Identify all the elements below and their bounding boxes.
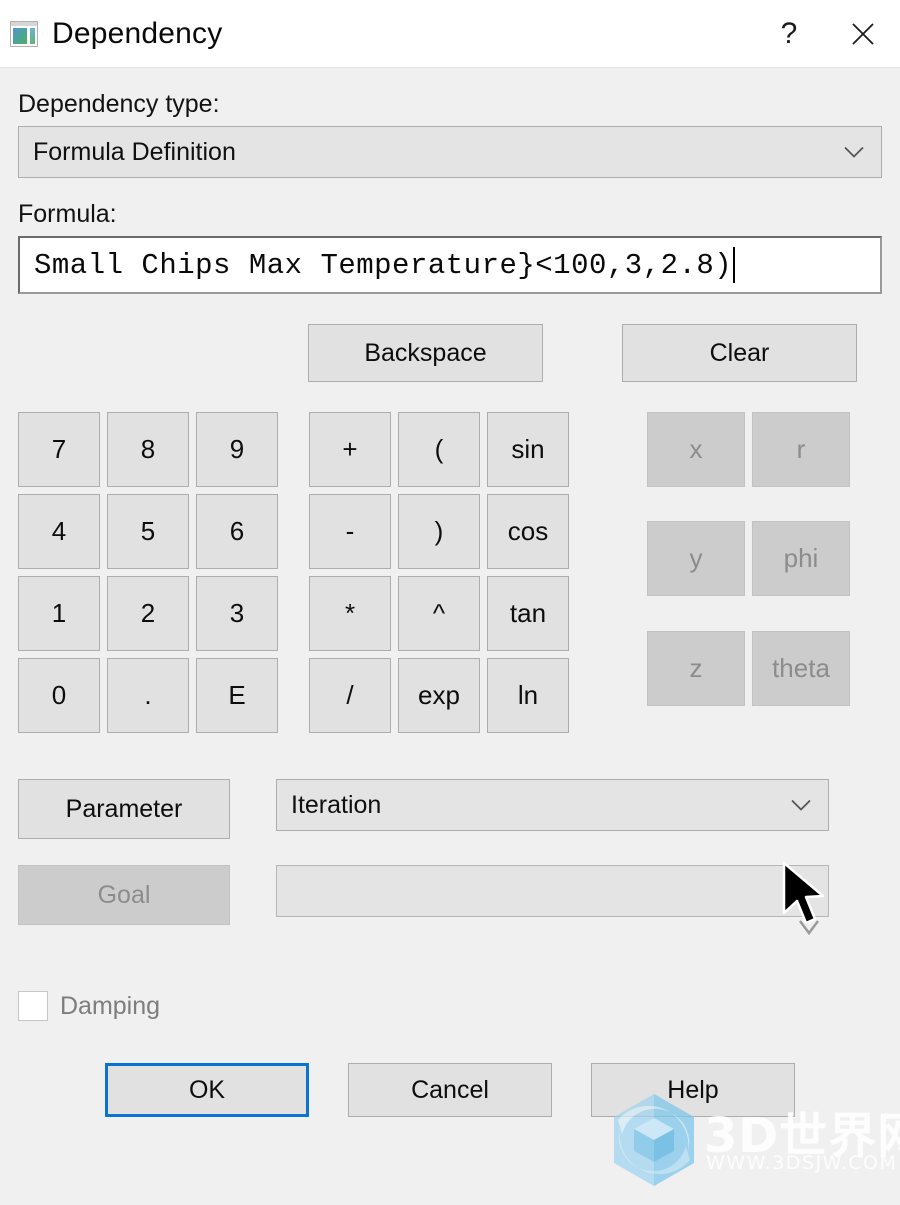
formula-value: Small Chips Max Temperature}<100,3,2.8) (34, 248, 733, 282)
parameter-combo[interactable]: Iteration (276, 779, 829, 831)
key-sin[interactable]: sin (487, 412, 569, 487)
watermark-text-url: WWW.3DSJW.COM (706, 1152, 898, 1174)
window-panes-icon (10, 20, 38, 47)
key-0[interactable]: 0 (18, 658, 100, 733)
damping-label: Damping (60, 991, 161, 1020)
chevron-down-icon (844, 146, 864, 158)
key-7[interactable]: 7 (18, 412, 100, 487)
key-8[interactable]: 8 (107, 412, 189, 487)
key-1[interactable]: 1 (18, 576, 100, 651)
goal-button: Goal (18, 865, 230, 925)
clear-button[interactable]: Clear (622, 324, 857, 382)
key-var-z: z (647, 630, 745, 706)
key-plus[interactable]: + (309, 412, 391, 487)
parameter-combo-value: Iteration (291, 790, 382, 819)
icon-pane-right (30, 27, 35, 44)
dependency-type-combo[interactable]: Formula Definition (18, 126, 882, 178)
icon-pane-left (13, 27, 27, 44)
variable-keypad: x r y phi z theta (647, 412, 850, 733)
text-caret (733, 247, 736, 283)
formula-input[interactable]: Small Chips Max Temperature}<100,3,2.8) (18, 236, 882, 294)
dependency-type-label: Dependency type: (18, 90, 220, 118)
key-paren-close[interactable]: ) (398, 494, 480, 569)
close-glyph (852, 22, 874, 45)
damping-row: Damping (18, 991, 882, 1021)
help-button[interactable]: Help (591, 1063, 795, 1117)
dialog-body: Dependency type: Formula Definition Form… (0, 90, 900, 1117)
operator-keypad: + ( sin - ) cos * ^ tan / exp ln (309, 412, 569, 733)
key-paren-open[interactable]: ( (398, 412, 480, 487)
help-icon[interactable]: ? (752, 0, 826, 68)
key-power[interactable]: ^ (398, 576, 480, 651)
parameter-button[interactable]: Parameter (18, 779, 230, 839)
ok-button[interactable]: OK (105, 1063, 309, 1117)
goal-row: Goal (18, 865, 882, 925)
numeric-keypad: 7 8 9 4 5 6 1 2 3 0 . E (18, 412, 278, 733)
key-cos[interactable]: cos (487, 494, 569, 569)
key-3[interactable]: 3 (196, 576, 278, 651)
damping-checkbox (18, 991, 48, 1021)
icon-titlebar-stripe (11, 21, 37, 26)
key-divide[interactable]: / (309, 658, 391, 733)
key-6[interactable]: 6 (196, 494, 278, 569)
key-5[interactable]: 5 (107, 494, 189, 569)
backspace-button[interactable]: Backspace (308, 324, 543, 382)
key-tan[interactable]: tan (487, 576, 569, 651)
goal-combo (276, 865, 829, 917)
dependency-type-value: Formula Definition (33, 137, 236, 166)
key-multiply[interactable]: * (309, 576, 391, 651)
cancel-button[interactable]: Cancel (348, 1063, 552, 1117)
close-icon[interactable] (826, 0, 900, 68)
key-9[interactable]: 9 (196, 412, 278, 487)
key-2[interactable]: 2 (107, 576, 189, 651)
parameter-row: Parameter Iteration (18, 779, 882, 839)
dialog-footer: OK Cancel Help (18, 1063, 882, 1117)
key-var-phi: phi (752, 521, 850, 597)
key-minus[interactable]: - (309, 494, 391, 569)
title-bar-buttons: ? (752, 0, 900, 67)
key-var-x: x (647, 412, 745, 487)
key-4[interactable]: 4 (18, 494, 100, 569)
key-decimal[interactable]: . (107, 658, 189, 733)
key-exponent-e[interactable]: E (196, 658, 278, 733)
title-bar: Dependency ? (0, 0, 900, 68)
edit-button-row: Backspace Clear (18, 324, 882, 382)
key-exp[interactable]: exp (398, 658, 480, 733)
help-glyph: ? (780, 16, 798, 50)
key-ln[interactable]: ln (487, 658, 569, 733)
key-var-y: y (647, 521, 745, 597)
key-var-r: r (752, 412, 850, 487)
formula-label: Formula: (18, 200, 117, 228)
chevron-down-icon (791, 885, 811, 897)
window-title: Dependency (52, 16, 223, 50)
keypad-area: 7 8 9 4 5 6 1 2 3 0 . E + ( sin - ) cos … (18, 412, 882, 733)
chevron-down-icon (791, 799, 811, 811)
key-var-theta: theta (752, 630, 850, 706)
